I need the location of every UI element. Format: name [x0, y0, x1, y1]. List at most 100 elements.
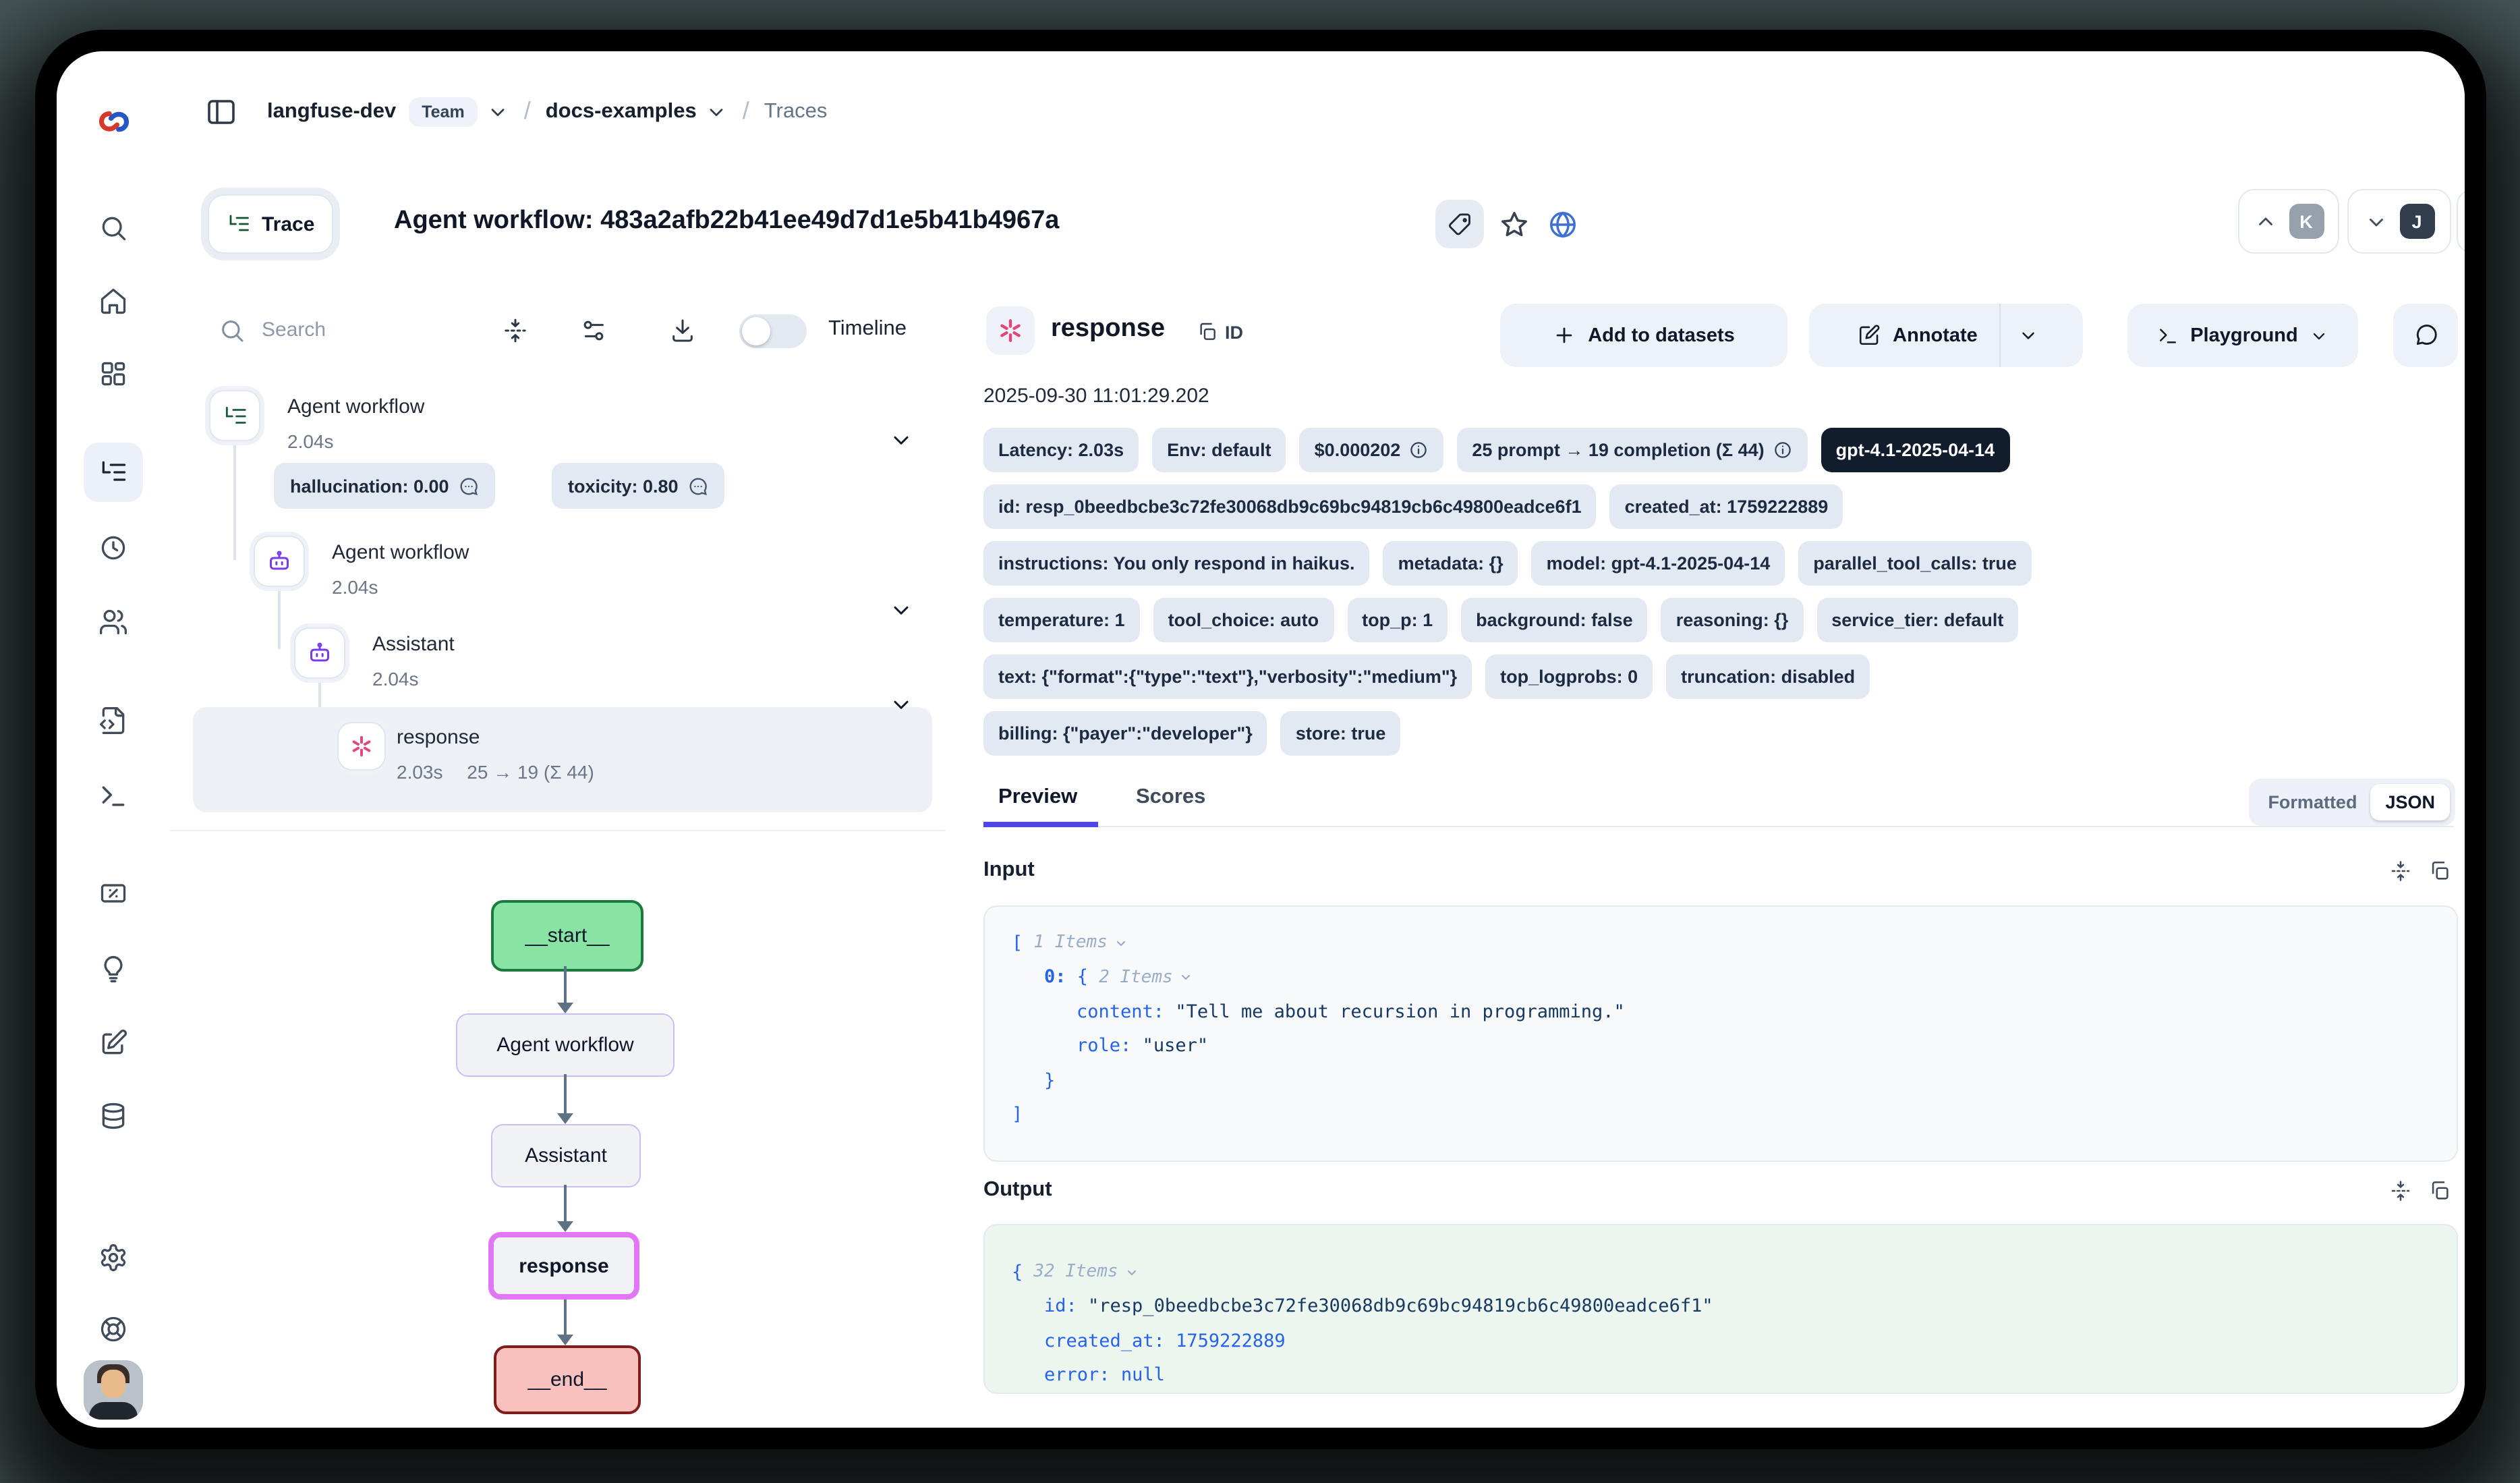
copy-icon[interactable] — [2428, 1179, 2451, 1202]
tree-node-icon-box — [254, 536, 305, 587]
breadcrumb-page[interactable]: Traces — [764, 99, 828, 123]
sidebar-item-users[interactable] — [84, 592, 143, 652]
tab-scores[interactable]: Scores — [1136, 785, 1205, 810]
chevron-down-icon[interactable] — [889, 428, 913, 452]
cost-badge[interactable]: $0.000202 — [1300, 428, 1444, 472]
tree-row-label[interactable]: Agent workflow — [287, 395, 424, 418]
timeline-toggle[interactable] — [739, 314, 807, 348]
annotate-button[interactable]: Annotate — [1836, 304, 1999, 367]
breadcrumb-org[interactable]: langfuse-dev — [267, 99, 396, 123]
trace-tree-icon — [98, 457, 128, 487]
chevron-down-icon[interactable] — [706, 101, 728, 122]
icon-rail — [57, 51, 171, 1428]
comments-button[interactable] — [2393, 304, 2458, 367]
chevron-down-icon[interactable] — [889, 692, 913, 717]
tag-icon — [1447, 211, 1472, 237]
copy-id-button[interactable]: ID — [1197, 321, 1243, 343]
sidebar-item-search[interactable] — [84, 198, 143, 258]
chevron-down-icon[interactable] — [488, 101, 509, 122]
sidebar-item-dashboards[interactable] — [84, 344, 143, 403]
openai-icon — [997, 317, 1024, 344]
comment-bubble-icon — [688, 476, 708, 496]
sidebar-item-prompts[interactable] — [84, 691, 143, 750]
playground-button[interactable]: Playground — [2127, 304, 2358, 367]
tree-row-label[interactable]: Assistant — [372, 633, 455, 656]
model-badge[interactable]: gpt-4.1-2025-04-14 — [1821, 428, 2010, 472]
tree-row-duration: 2.04s — [332, 576, 378, 598]
home-icon — [98, 286, 128, 316]
tree-search-input[interactable]: Search — [262, 318, 326, 341]
graph-node-agent-workflow[interactable]: Agent workflow — [456, 1013, 675, 1077]
info-icon — [1773, 440, 1793, 460]
chevron-down-icon — [2018, 325, 2038, 345]
score-badge-toxicity[interactable]: toxicity: 0.80 — [552, 463, 724, 509]
chevron-down-icon[interactable] — [1178, 970, 1195, 986]
top-p-badge: top_p: 1 — [1347, 598, 1448, 642]
timeline-toggle-label: Timeline — [828, 317, 907, 341]
fold-icon[interactable] — [2389, 860, 2412, 883]
sidebar-item-tracing[interactable] — [84, 443, 143, 502]
public-share-button[interactable] — [1547, 209, 1578, 240]
observation-icon-box — [986, 306, 1035, 355]
graph-edge-arrow — [564, 1185, 567, 1223]
add-to-datasets-button[interactable]: Add to datasets — [1500, 304, 1787, 367]
delete-trace-button[interactable] — [2457, 189, 2465, 254]
format-toggle-json[interactable]: JSON — [2370, 784, 2450, 820]
avatar-face — [101, 1370, 125, 1398]
trace-tree-icon — [222, 403, 248, 428]
format-toggle-formatted[interactable]: Formatted — [2254, 792, 2370, 812]
display-settings-icon[interactable] — [580, 317, 607, 344]
chevron-down-icon[interactable] — [1113, 935, 1129, 951]
graph-node-label: Agent workflow — [496, 1034, 633, 1057]
tag-button[interactable] — [1435, 200, 1484, 248]
billing-badge: billing: {"payer":"developer"} — [983, 711, 1267, 756]
add-to-datasets-label: Add to datasets — [1588, 325, 1735, 346]
sidebar-item-datasets[interactable] — [84, 1086, 143, 1146]
graph-node-assistant[interactable]: Assistant — [491, 1124, 641, 1187]
clipboard-pen-icon — [98, 1028, 128, 1058]
sidebar-item-sessions[interactable] — [84, 518, 143, 578]
score-badge-label: hallucination: 0.00 — [290, 476, 449, 496]
token-usage-badge[interactable]: 25 prompt → 19 completion (Σ 44) — [1457, 428, 1807, 472]
score-badge-hallucination[interactable]: hallucination: 0.00 — [274, 463, 495, 509]
hotkey-j-chip: J — [2399, 204, 2434, 239]
nav-next-button[interactable]: J — [2347, 189, 2451, 254]
pen-square-icon — [1858, 324, 1881, 347]
panel-toggle-icon[interactable] — [205, 95, 237, 128]
graph-node-response[interactable]: response — [488, 1232, 639, 1299]
sidebar-item-home[interactable] — [84, 271, 143, 331]
user-avatar[interactable] — [84, 1360, 143, 1420]
graph-node-end[interactable]: __end__ — [494, 1345, 641, 1414]
breadcrumb-separator: / — [524, 97, 531, 125]
tree-row-duration: 2.04s — [287, 430, 334, 452]
breadcrumb-project[interactable]: docs-examples — [546, 99, 697, 123]
sidebar-item-insights[interactable] — [84, 939, 143, 999]
input-json-viewer[interactable]: [1 Items 0: {2 Items content: "Tell me a… — [983, 905, 2458, 1162]
copy-icon[interactable] — [2428, 860, 2451, 883]
input-section-actions — [2389, 860, 2451, 883]
tree-row-label[interactable]: response — [397, 726, 480, 749]
app-window: langfuse-dev Team / docs-examples / Trac… — [57, 51, 2465, 1428]
graph-node-start[interactable]: __start__ — [491, 900, 643, 972]
sidebar-item-annotation[interactable] — [84, 1013, 143, 1073]
sidebar-item-support[interactable] — [84, 1299, 143, 1359]
instructions-badge: instructions: You only respond in haikus… — [983, 541, 1370, 586]
sidebar-item-settings[interactable] — [84, 1228, 143, 1287]
annotate-dropdown-button[interactable] — [1999, 304, 2056, 367]
star-button[interactable] — [1499, 209, 1530, 240]
sidebar-item-playground[interactable] — [84, 766, 143, 826]
chevron-down-icon[interactable] — [889, 598, 913, 622]
fold-icon[interactable] — [2389, 1179, 2412, 1202]
sidebar-item-evaluators[interactable] — [84, 864, 143, 923]
download-icon[interactable] — [669, 317, 696, 344]
output-json-viewer[interactable]: {32 Items id: "resp_0beedbcbe3c72fe30068… — [983, 1224, 2458, 1394]
nav-previous-button[interactable]: K — [2238, 189, 2339, 254]
tree-row-label[interactable]: Agent workflow — [332, 541, 469, 564]
graph-edge-arrow — [564, 966, 567, 1004]
tab-preview[interactable]: Preview — [998, 785, 1077, 810]
collapse-all-icon[interactable] — [502, 317, 529, 344]
screenshot-stage: langfuse-dev Team / docs-examples / Trac… — [0, 0, 2520, 1483]
chevron-down-icon[interactable] — [1124, 1264, 1140, 1281]
parallel-tool-calls-badge: parallel_tool_calls: true — [1798, 541, 2032, 586]
tree-node-icon-box — [294, 627, 345, 679]
